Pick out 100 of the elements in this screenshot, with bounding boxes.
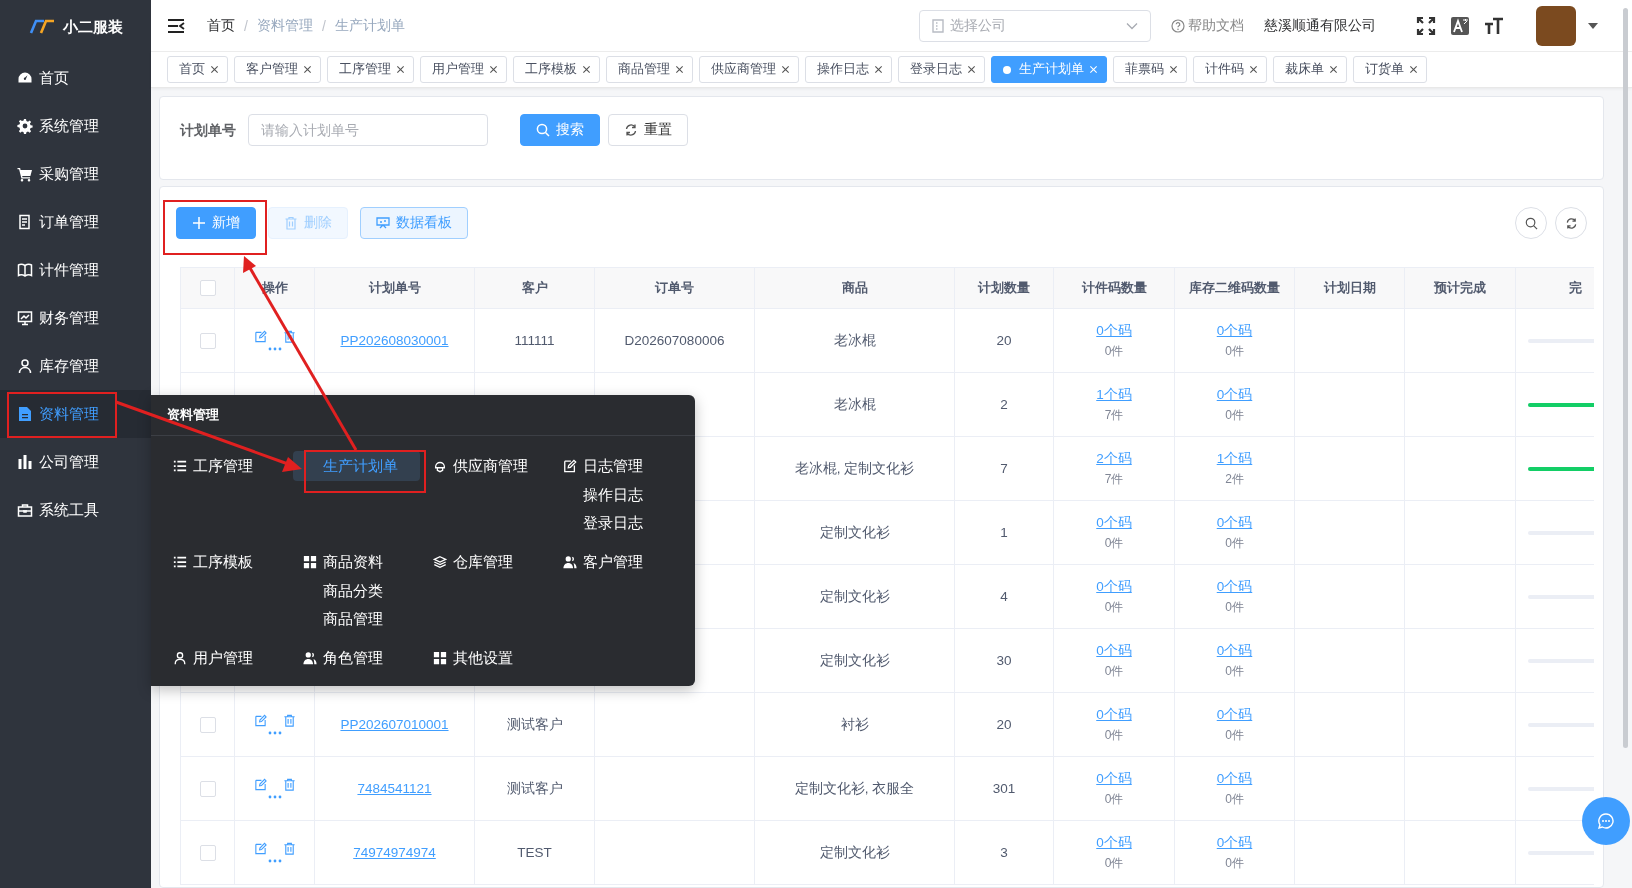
table-cell: 7 [1000,461,1008,476]
menu-item[interactable]: 工序模板 [163,547,263,577]
page-tab[interactable]: 登录日志 [898,56,985,83]
avatar-photo[interactable] [1536,5,1576,46]
close-icon[interactable] [1249,65,1258,74]
page-tab[interactable]: 菲票码 [1113,56,1187,83]
menu-item[interactable]: 生产计划单 [293,451,420,481]
settings-icon [17,118,33,134]
page-tab[interactable]: 订货单 [1353,56,1427,83]
user-icon [173,651,187,665]
more-icon[interactable] [267,731,282,735]
users-icon [563,555,577,569]
receipt-icon [17,214,33,230]
breadcrumb-item[interactable]: 首页 [207,16,235,35]
page-tab[interactable]: 计件码 [1193,56,1267,83]
edit-icon[interactable] [253,714,267,727]
column-header: 客户 [521,279,548,297]
toolbox-icon [17,502,33,518]
close-icon[interactable] [675,65,684,74]
close-icon[interactable] [582,65,591,74]
page-tab[interactable]: 裁床单 [1273,56,1347,83]
menu-item[interactable]: 日志管理 [553,451,653,481]
caret-icon[interactable] [1588,22,1598,29]
sidebar-item[interactable]: 系统工具 [0,486,151,534]
menu-item[interactable]: 客户管理 [553,547,653,577]
trash-icon[interactable] [282,330,296,343]
sidebar-item[interactable]: 订单管理 [0,198,151,246]
menu-item[interactable]: 仓库管理 [423,547,523,577]
translate-icon[interactable] [1450,15,1470,36]
sidebar-item[interactable]: 财务管理 [0,294,151,342]
table-cell: 20 [996,717,1012,732]
plan-number-input[interactable]: 请输入计划单号 [248,114,488,146]
more-icon[interactable] [267,859,282,863]
menu-item[interactable]: 商品资料 [293,547,393,577]
edit-icon[interactable] [253,842,267,855]
sidebar-item[interactable]: 采购管理 [0,150,151,198]
users-icon [303,651,317,665]
page-tab[interactable]: 操作日志 [805,56,892,83]
sidebar-item[interactable]: 系统管理 [0,102,151,150]
trash-icon[interactable] [282,714,296,727]
font-size-icon[interactable] [1484,15,1504,36]
menu-icon[interactable] [167,17,185,34]
row-checkbox[interactable] [199,332,216,349]
reset-button[interactable]: 重置 [608,114,688,146]
page-tab[interactable]: 用户管理 [420,56,507,83]
page-tab[interactable]: 供应商管理 [699,56,799,83]
page-tab[interactable]: 商品管理 [606,56,693,83]
close-icon[interactable] [489,65,498,74]
page-tab[interactable]: 首页 [167,56,228,83]
menu-item[interactable]: 商品管理 [303,605,383,633]
sidebar-item[interactable]: 资料管理 [0,390,151,438]
column-header: 完 [1569,279,1582,297]
page-tab[interactable]: 客户管理 [234,56,321,83]
close-icon[interactable] [1409,65,1418,74]
trash-icon[interactable] [282,778,296,791]
menu-item[interactable]: 操作日志 [563,481,643,509]
page-tab[interactable]: 工序管理 [327,56,414,83]
menu-item[interactable]: 工序管理 [163,451,263,481]
page-tab[interactable]: 工序模板 [513,56,600,83]
chat-icon [1597,812,1615,830]
sidebar-item[interactable]: 库存管理 [0,342,151,390]
close-icon[interactable] [1329,65,1338,74]
menu-item[interactable]: 用户管理 [163,643,263,673]
menu-item[interactable]: 商品分类 [303,577,383,605]
close-icon[interactable] [396,65,405,74]
edit-icon[interactable] [253,778,267,791]
close-icon[interactable] [1169,65,1178,74]
menu-item[interactable]: 其他设置 [423,643,523,673]
menu-item[interactable]: 供应商管理 [423,451,538,481]
search-toggle-button[interactable] [1515,207,1547,239]
select-all-checkbox[interactable] [199,280,216,296]
sidebar-item[interactable]: 公司管理 [0,438,151,486]
sidebar-item[interactable]: 首页 [0,54,151,102]
row-checkbox[interactable] [199,716,216,733]
menu-item[interactable]: 登录日志 [563,509,643,537]
help-link[interactable]: 帮助文档 [1171,16,1244,35]
piece-count: 0件 [1225,662,1244,680]
row-checkbox[interactable] [199,844,216,861]
more-icon[interactable] [267,795,282,799]
scrollbar[interactable] [1623,8,1628,748]
close-icon[interactable] [303,65,312,74]
active-dot-icon [1003,65,1011,74]
trash-icon[interactable] [282,842,296,855]
piece-count: 0件 [1104,790,1124,808]
piece-count: 0件 [1225,342,1244,360]
menu-item[interactable]: 角色管理 [293,643,393,673]
refresh-button[interactable] [1555,207,1587,239]
close-icon[interactable] [874,65,883,74]
row-checkbox[interactable] [199,780,216,797]
more-icon[interactable] [267,347,282,351]
table-cell: 4 [1000,589,1008,604]
edit-icon[interactable] [253,330,267,343]
fullscreen-icon[interactable] [1416,15,1436,36]
chat-button[interactable] [1582,797,1630,845]
sidebar-item[interactable]: 计件管理 [0,246,151,294]
table-cell: 30 [996,653,1012,668]
table-cell: TEST [517,845,552,860]
close-icon[interactable] [210,65,219,74]
close-icon[interactable] [967,65,976,74]
close-icon[interactable] [781,65,790,74]
